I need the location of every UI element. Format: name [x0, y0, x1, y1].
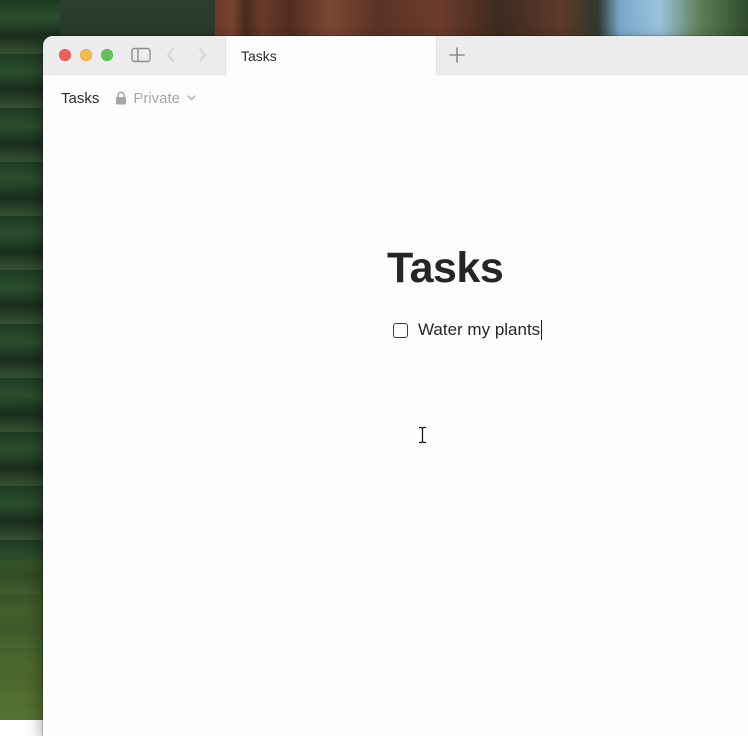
- tab-label: Tasks: [241, 48, 277, 64]
- breadcrumb-page-title[interactable]: Tasks: [61, 90, 99, 107]
- list-item: Water my plants: [393, 319, 543, 341]
- task-text[interactable]: Water my plants: [418, 319, 543, 341]
- privacy-label: Private: [133, 89, 181, 107]
- plus-icon[interactable]: [446, 45, 468, 65]
- task-text-value: Water my plants: [418, 319, 541, 339]
- lock-icon: [115, 91, 127, 105]
- text-cursor-icon: [418, 426, 427, 444]
- chevron-left-icon[interactable]: [162, 46, 180, 64]
- sidebar-icon[interactable]: [130, 46, 152, 64]
- breadcrumb: Tasks Private: [61, 88, 196, 108]
- chevron-down-icon: [187, 95, 196, 101]
- title-bar: Tasks: [43, 36, 748, 75]
- maximize-window-button[interactable]: [101, 49, 113, 61]
- page-title[interactable]: Tasks: [387, 244, 504, 293]
- minimize-window-button[interactable]: [80, 49, 92, 61]
- close-window-button[interactable]: [59, 49, 71, 61]
- privacy-dropdown[interactable]: Private: [115, 90, 196, 107]
- task-checkbox[interactable]: [393, 322, 408, 338]
- tab-tasks[interactable]: Tasks: [225, 36, 437, 75]
- app-window: Tasks Tasks Private Tasks Water my plant…: [43, 36, 748, 736]
- text-caret: [541, 320, 543, 341]
- chevron-right-icon[interactable]: [193, 46, 211, 64]
